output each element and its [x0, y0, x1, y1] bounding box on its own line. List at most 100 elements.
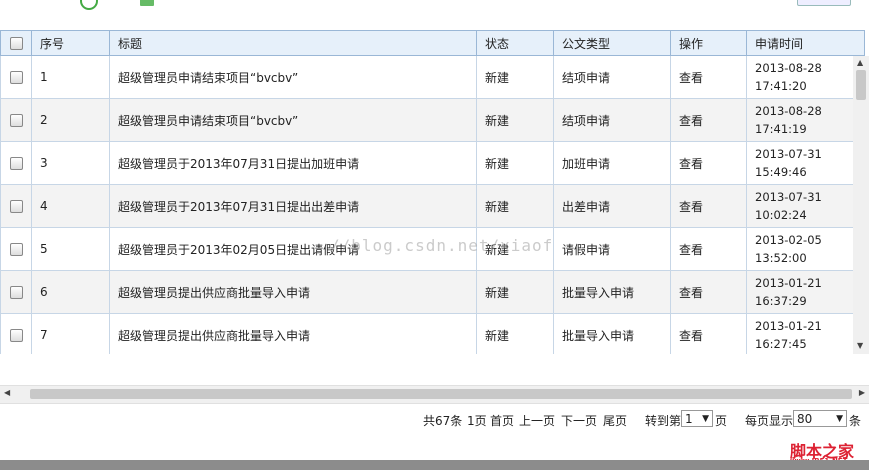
apply-date: 2013-07-31: [755, 147, 822, 161]
pager-last-link[interactable]: 尾页: [603, 412, 627, 429]
cell-doc-type: 结项申请: [553, 98, 671, 142]
cell-title: 超级管理员提出供应商批量导入申请: [109, 270, 477, 314]
header-checkbox-cell[interactable]: [0, 30, 32, 56]
toolbar: [0, 0, 869, 30]
view-link[interactable]: 查看: [670, 227, 747, 271]
cell-doc-type: 加班申请: [553, 141, 671, 185]
pager-per-page-label: 每页显示: [745, 414, 794, 428]
vertical-scrollbar[interactable]: ▲ ▼: [853, 56, 869, 354]
apply-clock: 17:41:20: [755, 79, 807, 93]
cell-seq: 5: [31, 227, 110, 271]
cell-doc-type: 批量导入申请: [553, 313, 671, 354]
per-page-chevron-down-icon: ▼: [836, 414, 843, 424]
toolbar-button[interactable]: [797, 0, 851, 6]
header-doc-type[interactable]: 公文类型: [553, 30, 671, 56]
per-page-value: 80: [797, 412, 813, 426]
row-checkbox[interactable]: [9, 243, 23, 256]
row-checkbox-cell[interactable]: [0, 270, 32, 314]
row-checkbox-cell[interactable]: [0, 141, 32, 185]
site-logo: 脚本之家 www.JB51.NET: [790, 438, 854, 465]
view-link[interactable]: 查看: [670, 55, 747, 99]
cell-status: 新建: [476, 141, 554, 185]
vertical-scroll-thumb[interactable]: [856, 70, 866, 100]
header-status[interactable]: 状态: [476, 30, 554, 56]
toolbar-icon-sheet[interactable]: [140, 0, 154, 6]
header-title[interactable]: 标题: [109, 30, 477, 56]
scroll-left-arrow-icon[interactable]: ◀: [4, 388, 10, 397]
cell-status: 新建: [476, 313, 554, 354]
apply-clock: 10:02:24: [755, 208, 807, 222]
view-link[interactable]: 查看: [670, 270, 747, 314]
row-checkbox[interactable]: [9, 200, 23, 213]
apply-date: 2013-01-21: [755, 276, 822, 290]
table-row[interactable]: 2 超级管理员申请结束项目“bvcbv” 新建 结项申请 查看 2013-08-28 17:…: [0, 98, 864, 142]
cell-seq: 2: [31, 98, 110, 142]
cell-seq: 1: [31, 55, 110, 99]
apply-clock: 16:27:45: [755, 337, 807, 351]
table-row[interactable]: 3 超级管理员于2013年07月31日提出加班申请 新建 加班申请 查看 2013-07-…: [0, 141, 864, 185]
apply-date: 2013-08-28: [755, 104, 822, 118]
cell-doc-type: 出差申请: [553, 184, 671, 228]
cell-title: 超级管理员申请结束项目“bvcbv”: [109, 55, 477, 99]
view-link[interactable]: 查看: [670, 184, 747, 228]
cell-status: 新建: [476, 98, 554, 142]
row-checkbox-cell[interactable]: [0, 227, 32, 271]
view-link[interactable]: 查看: [670, 141, 747, 185]
header-apply-time[interactable]: 申请时间: [746, 30, 864, 56]
row-checkbox[interactable]: [9, 114, 23, 127]
cell-apply-time: 2013-01-21 16:37:29: [746, 270, 864, 314]
pager-goto-suffix: 页: [715, 414, 728, 428]
cell-status: 新建: [476, 270, 554, 314]
cell-seq: 3: [31, 141, 110, 185]
horizontal-scroll-thumb[interactable]: [30, 389, 852, 399]
scroll-down-arrow-icon[interactable]: ▼: [857, 341, 863, 350]
cell-apply-time: 2013-07-31 15:49:46: [746, 141, 864, 185]
row-checkbox-cell[interactable]: [0, 313, 32, 354]
horizontal-scrollbar[interactable]: ◀ ▶: [0, 385, 869, 404]
apply-clock: 17:41:19: [755, 122, 807, 136]
pagination-bar: 共67条 1页 首页 上一页 下一页 尾页 转到第 1 ▼ 页 每页显示 80 …: [0, 404, 869, 434]
cell-doc-type: 批量导入申请: [553, 270, 671, 314]
scroll-up-arrow-icon[interactable]: ▲: [857, 58, 863, 67]
row-checkbox[interactable]: [9, 329, 23, 342]
goto-page-select[interactable]: 1 ▼: [681, 410, 713, 427]
table-row[interactable]: 6 超级管理员提出供应商批量导入申请 新建 批量导入申请 查看 2013-01-21 16:…: [0, 270, 864, 314]
row-checkbox-cell[interactable]: [0, 55, 32, 99]
toolbar-icon-green[interactable]: [80, 0, 98, 10]
cell-title: 超级管理员于2013年07月31日提出加班申请: [109, 141, 477, 185]
cell-seq: 6: [31, 270, 110, 314]
table-row[interactable]: 7 超级管理员提出供应商批量导入申请 新建 批量导入申请 查看 2013-01-21 16:…: [0, 313, 864, 354]
header-action[interactable]: 操作: [670, 30, 747, 56]
apply-date: 2013-08-28: [755, 61, 822, 75]
view-link[interactable]: 查看: [670, 313, 747, 354]
row-checkbox[interactable]: [9, 286, 23, 299]
goto-chevron-down-icon: ▼: [702, 414, 709, 424]
pager-next-link[interactable]: 下一页: [561, 412, 597, 429]
cell-apply-time: 2013-08-28 17:41:20: [746, 55, 864, 99]
cell-title: 超级管理员提出供应商批量导入申请: [109, 313, 477, 354]
cell-seq: 4: [31, 184, 110, 228]
per-page-select[interactable]: 80 ▼: [793, 410, 847, 427]
watermark: //blog.csdn.net/xiaof: [330, 236, 554, 255]
apply-date: 2013-02-05: [755, 233, 822, 247]
table-row[interactable]: 4 超级管理员于2013年07月31日提出出差申请 新建 出差申请 查看 2013-07-…: [0, 184, 864, 228]
cell-apply-time: 2013-01-21 16:27:45: [746, 313, 864, 354]
row-checkbox-cell[interactable]: [0, 184, 32, 228]
row-checkbox[interactable]: [9, 71, 23, 84]
table-row[interactable]: 1 超级管理员申请结束项目“bvcbv” 新建 结项申请 查看 2013-08-28 17:…: [0, 55, 864, 99]
scroll-right-arrow-icon[interactable]: ▶: [859, 388, 865, 397]
cell-title: 超级管理员申请结束项目“bvcbv”: [109, 98, 477, 142]
apply-date: 2013-07-31: [755, 190, 822, 204]
apply-date: 2013-01-21: [755, 319, 822, 333]
row-checkbox-cell[interactable]: [0, 98, 32, 142]
header-seq[interactable]: 序号: [31, 30, 110, 56]
cell-doc-type: 结项申请: [553, 55, 671, 99]
pager-prev-link[interactable]: 上一页: [519, 412, 555, 429]
view-link[interactable]: 查看: [670, 98, 747, 142]
cell-status: 新建: [476, 55, 554, 99]
row-checkbox[interactable]: [9, 157, 23, 170]
pager-first-link[interactable]: 首页: [490, 412, 514, 429]
goto-page-value: 1: [685, 412, 693, 426]
cell-doc-type: 请假申请: [553, 227, 671, 271]
select-all-checkbox[interactable]: [9, 37, 23, 50]
